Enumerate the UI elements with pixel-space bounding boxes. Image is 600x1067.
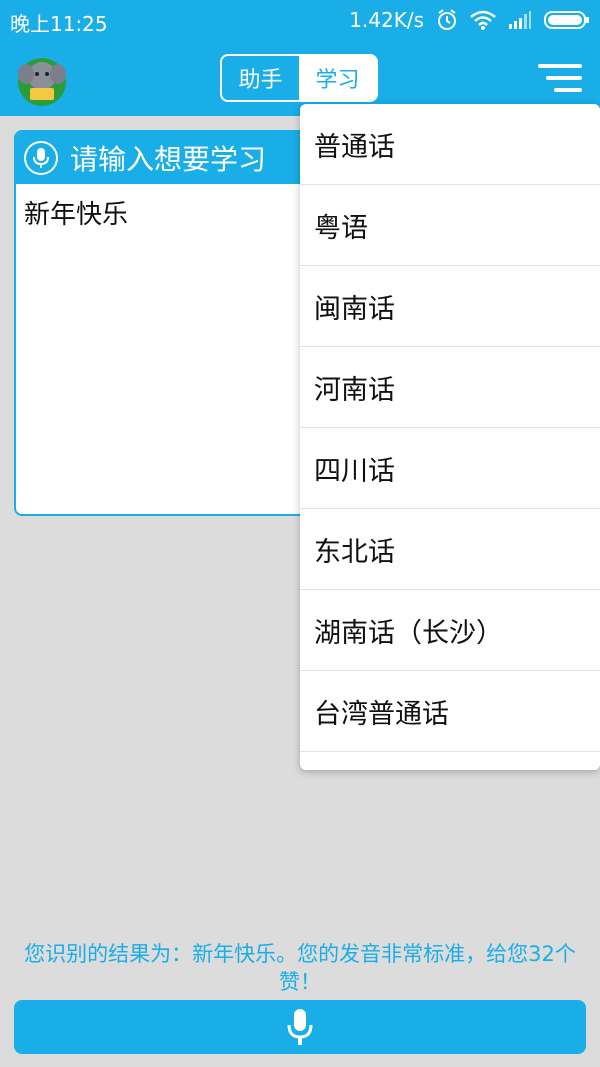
record-button[interactable] — [14, 1000, 586, 1054]
dropdown-item-taiwan[interactable]: 台湾普通话 — [300, 671, 600, 752]
microphone-icon — [287, 1009, 313, 1045]
alarm-icon — [438, 9, 456, 30]
tab-learn[interactable]: 学习 — [299, 56, 376, 100]
dropdown-item-hunan[interactable]: 湖南话（长沙） — [300, 590, 600, 671]
status-time: 晚上11:25 — [10, 12, 108, 36]
dialect-dropdown: 普通话 粤语 闽南话 河南话 四川话 东北话 湖南话（长沙） 台湾普通话 — [300, 104, 600, 770]
status-bar: 晚上11:25 1.42K/s — [0, 0, 600, 40]
network-speed: 1.42K/s — [349, 8, 424, 32]
dropdown-item-henan[interactable]: 河南话 — [300, 347, 600, 428]
result-text: 您识别的结果为：新年快乐。您的发音非常标准，给您32个赞！ — [24, 942, 576, 994]
dropdown-item-dongbei[interactable]: 东北话 — [300, 509, 600, 590]
status-icons: 1.42K/s — [349, 8, 590, 32]
dropdown-item-minnan[interactable]: 闽南话 — [300, 266, 600, 347]
wifi-icon — [470, 10, 496, 30]
menu-icon[interactable] — [538, 64, 582, 94]
dropdown-item-cantonese[interactable]: 粤语 — [300, 185, 600, 266]
mode-tabs: 助手 学习 — [220, 54, 378, 102]
input-card-title: 请输入想要学习 — [70, 143, 267, 176]
signal-icon — [509, 11, 531, 29]
tab-assistant[interactable]: 助手 — [222, 56, 299, 100]
dropdown-item-mandarin[interactable]: 普通话 — [300, 104, 600, 185]
elephant-logo-icon[interactable] — [14, 52, 70, 108]
microphone-icon[interactable] — [24, 141, 58, 175]
battery-icon — [544, 11, 589, 29]
dropdown-item-sichuan[interactable]: 四川话 — [300, 428, 600, 509]
